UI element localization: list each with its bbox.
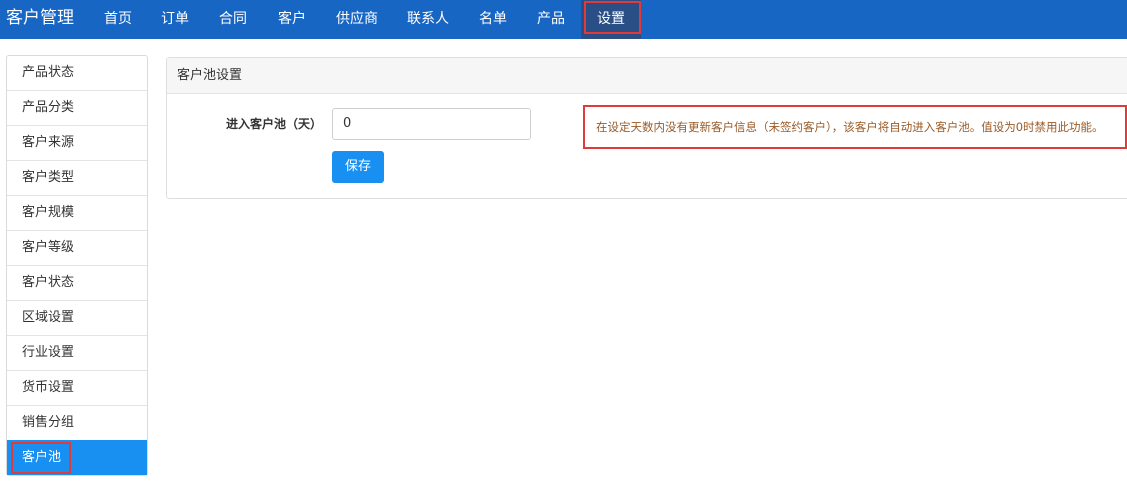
sidebar-item-customer-status[interactable]: 客户状态	[7, 265, 147, 300]
nav-item-contracts[interactable]: 合同	[210, 0, 256, 39]
nav-item-customers[interactable]: 客户	[269, 0, 315, 39]
nav-item-lists[interactable]: 名单	[470, 0, 516, 39]
customer-pool-settings-panel: 客户池设置 进入客户池（天） 0 保存 在设定天数内没有更新客户信息（未签约客户…	[166, 57, 1127, 199]
sidebar-item-customer-type[interactable]: 客户类型	[7, 160, 147, 195]
nav-item-orders[interactable]: 订单	[152, 0, 198, 39]
sidebar-item-product-status[interactable]: 产品状态	[7, 56, 147, 90]
settings-highlight-box	[584, 1, 641, 34]
app-title: 客户管理	[6, 8, 74, 28]
hint-text: 在设定天数内没有更新客户信息（未签约客户），该客户将自动进入客户池。值设为0时禁…	[583, 105, 1127, 149]
save-button[interactable]: 保存	[332, 151, 384, 183]
sidebar-item-customer-scale[interactable]: 客户规模	[7, 195, 147, 230]
sidebar-item-region-settings[interactable]: 区域设置	[7, 300, 147, 335]
customer-pool-highlight-box	[11, 442, 71, 474]
nav-item-suppliers[interactable]: 供应商	[327, 0, 387, 39]
sidebar-item-industry-settings[interactable]: 行业设置	[7, 335, 147, 370]
nav-item-contacts[interactable]: 联系人	[398, 0, 458, 39]
nav-item-home[interactable]: 首页	[95, 0, 141, 39]
sidebar-item-product-category[interactable]: 产品分类	[7, 90, 147, 125]
sidebar-item-customer-source[interactable]: 客户来源	[7, 125, 147, 160]
panel-title: 客户池设置	[167, 58, 1127, 94]
sidebar-item-customer-level[interactable]: 客户等级	[7, 230, 147, 265]
sidebar-item-sales-groups[interactable]: 销售分组	[7, 405, 147, 440]
days-input[interactable]: 0	[332, 108, 531, 140]
nav-item-products[interactable]: 产品	[528, 0, 574, 39]
settings-sidebar: 产品状态 产品分类 客户来源 客户类型 客户规模 客户等级 客户状态 区域设置 …	[6, 55, 148, 476]
top-nav-bar: 客户管理 首页 订单 合同 客户 供应商 联系人 名单 产品 设置	[0, 0, 1127, 39]
days-field-label: 进入客户池（天）	[226, 117, 323, 131]
sidebar-item-currency-settings[interactable]: 货币设置	[7, 370, 147, 405]
